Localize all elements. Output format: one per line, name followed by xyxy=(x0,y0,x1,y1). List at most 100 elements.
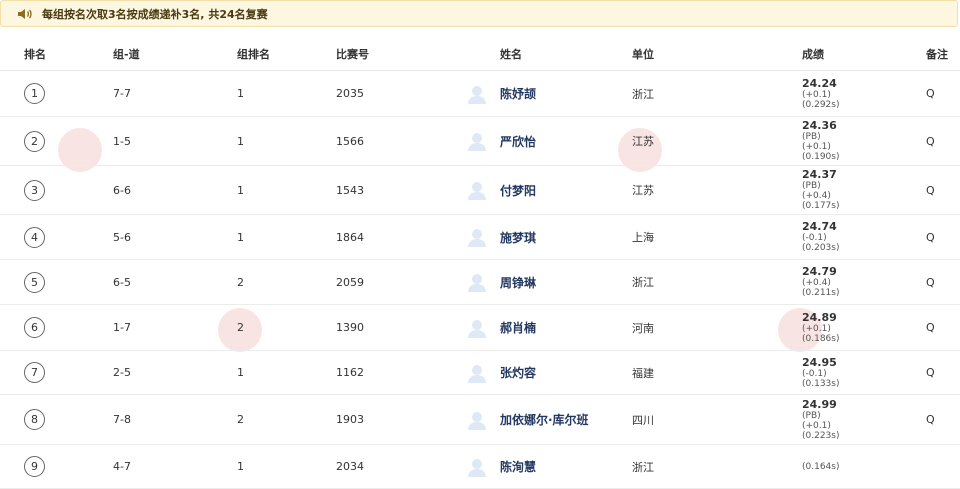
group-rank-cell: 1 xyxy=(237,165,336,215)
time-text: 24.74 xyxy=(802,220,837,233)
bib-cell: 1543 xyxy=(336,165,466,215)
group-rank-cell: 1 xyxy=(237,214,336,260)
time-text: 24.36 xyxy=(802,119,837,132)
group-rank-cell: 1 xyxy=(237,350,336,395)
table-row[interactable]: 4 5-6 1 1864 施梦琪 上海 24.74 (-0.1) (0.203s) Q xyxy=(0,214,960,260)
bib-cell: 1864 xyxy=(336,214,466,260)
pb-text: (PB) xyxy=(802,181,821,191)
group-rank-cell: 1 xyxy=(237,116,336,166)
wind-text: (+0.1) xyxy=(802,420,831,431)
pb-text: (PB) xyxy=(802,410,821,421)
athlete-name[interactable]: 陈妤颉 xyxy=(500,85,536,102)
athlete-name[interactable]: 付梦阳 xyxy=(500,182,536,199)
athlete-name[interactable]: 施梦琪 xyxy=(500,229,536,246)
note-cell xyxy=(926,444,960,489)
athlete-name[interactable]: 严欣怡 xyxy=(500,133,536,150)
table-row[interactable]: 1 7-7 1 2035 陈妤颉 浙江 24.24 (+0.1) (0.292s) Q xyxy=(0,70,960,117)
avatar-icon xyxy=(468,274,486,292)
lane-cell: 7-8 xyxy=(113,394,237,445)
bib-cell: 1390 xyxy=(336,304,466,351)
avatar-icon xyxy=(468,133,486,151)
reaction-text: (0.177s) xyxy=(802,201,840,211)
note-cell: Q xyxy=(926,350,960,395)
rank-badge: 5 xyxy=(24,271,45,293)
time-text: 24.95 xyxy=(802,355,837,369)
group-rank-cell: 1 xyxy=(237,70,336,117)
unit-cell: 河南 xyxy=(632,304,802,351)
table-header-row: 排名 组-道 组排名 比赛号 姓名 单位 成绩 备注 xyxy=(0,37,960,71)
unit-cell: 浙江 xyxy=(632,259,802,305)
group-rank-cell: 2 xyxy=(237,394,336,445)
table-row[interactable]: 3 6-6 1 1543 付梦阳 江苏 24.37 (PB) (+0.4) (0.177s) Q xyxy=(0,165,960,215)
lane-cell: 1-7 xyxy=(113,304,237,351)
wind-text: (+0.1) xyxy=(802,323,831,334)
table-row[interactable]: 7 2-5 1 1162 张灼容 福建 24.95 (-0.1) (0.133s) Q xyxy=(0,350,960,395)
header-lane: 组-道 xyxy=(113,37,237,71)
bib-cell: 2059 xyxy=(336,259,466,305)
avatar-icon xyxy=(468,364,486,383)
lane-cell: 4-7 xyxy=(113,444,237,489)
table-row[interactable]: 8 7-8 2 1903 加依娜尔·库尔班 四川 24.99 (PB) (+0.1) (0.223… xyxy=(0,394,960,445)
table-row[interactable]: 2 1-5 1 1566 严欣怡 江苏 24.36 (PB) (+0.1) (0.190s) Q xyxy=(0,116,960,166)
header-note: 备注 xyxy=(926,37,960,71)
lane-cell: 5-6 xyxy=(113,214,237,260)
avatar-icon xyxy=(468,458,486,477)
bib-cell: 1162 xyxy=(336,350,466,395)
performance-cell: 24.95 (-0.1) (0.133s) xyxy=(802,355,926,389)
speaker-icon xyxy=(18,8,32,19)
unit-cell: 江苏 xyxy=(632,116,802,166)
time-text: 24.79 xyxy=(802,265,837,278)
lane-cell: 1-5 xyxy=(113,116,237,166)
table-row[interactable]: 9 4-7 1 2034 陈洵慧 浙江 (0.164s) xyxy=(0,444,960,489)
wind-text: (+0.4) xyxy=(802,278,831,288)
reaction-text: (0.133s) xyxy=(802,378,840,389)
bib-cell: 1566 xyxy=(336,116,466,166)
unit-cell: 上海 xyxy=(632,214,802,260)
reaction-text: (0.211s) xyxy=(802,288,840,298)
pb-text: (PB) xyxy=(802,132,821,142)
performance-cell: 24.74 (-0.1) (0.203s) xyxy=(802,220,926,254)
performance-cell: 24.79 (+0.4) (0.211s) xyxy=(802,265,926,299)
athlete-name[interactable]: 张灼容 xyxy=(500,364,536,381)
bib-cell: 1903 xyxy=(336,394,466,445)
reaction-text: (0.223s) xyxy=(802,430,840,441)
rank-badge: 6 xyxy=(24,317,45,338)
rank-badge: 9 xyxy=(24,456,45,477)
lane-cell: 2-5 xyxy=(113,350,237,395)
athlete-name[interactable]: 加依娜尔·库尔班 xyxy=(500,411,589,428)
table-row[interactable]: 6 1-7 2 1390 郝肖楠 河南 24.89 (+0.1) (0.186s) Q xyxy=(0,304,960,351)
reaction-text: (0.186s) xyxy=(802,333,840,344)
wind-text: (-0.1) xyxy=(802,233,827,243)
performance-cell: 24.89 (+0.1) (0.186s) xyxy=(802,310,926,344)
table-row[interactable]: 5 6-5 2 2059 周铮琳 浙江 24.79 (+0.4) (0.211s) Q xyxy=(0,259,960,305)
time-text: 24.37 xyxy=(802,168,837,181)
athlete-name[interactable]: 郝肖楠 xyxy=(500,319,536,336)
header-bib: 比赛号 xyxy=(336,37,466,71)
unit-cell: 浙江 xyxy=(632,70,802,117)
bib-cell: 2034 xyxy=(336,444,466,489)
lane-cell: 7-7 xyxy=(113,70,237,117)
unit-cell: 江苏 xyxy=(632,165,802,215)
athlete-name[interactable]: 周铮琳 xyxy=(500,274,536,291)
time-text: 24.99 xyxy=(802,397,837,411)
avatar-icon xyxy=(468,411,486,430)
note-cell: Q xyxy=(926,116,960,166)
athlete-name[interactable]: 陈洵慧 xyxy=(500,458,536,475)
avatar-icon xyxy=(468,319,486,338)
header-unit: 单位 xyxy=(632,37,802,71)
rank-badge: 2 xyxy=(24,130,45,152)
reaction-text: (0.164s) xyxy=(802,461,840,472)
group-rank-cell: 2 xyxy=(237,304,336,351)
note-cell: Q xyxy=(926,259,960,305)
bib-cell: 2035 xyxy=(336,70,466,117)
reaction-text: (0.203s) xyxy=(802,243,840,253)
note-cell: Q xyxy=(926,214,960,260)
performance-cell: 24.24 (+0.1) (0.292s) xyxy=(802,77,926,110)
avatar-icon xyxy=(468,229,486,247)
header-name: 姓名 xyxy=(466,37,632,71)
rank-badge: 4 xyxy=(24,226,45,248)
time-text: 24.89 xyxy=(802,310,837,324)
header-performance: 成绩 xyxy=(802,37,926,71)
wind-text: (+0.1) xyxy=(802,89,831,100)
note-cell: Q xyxy=(926,394,960,445)
